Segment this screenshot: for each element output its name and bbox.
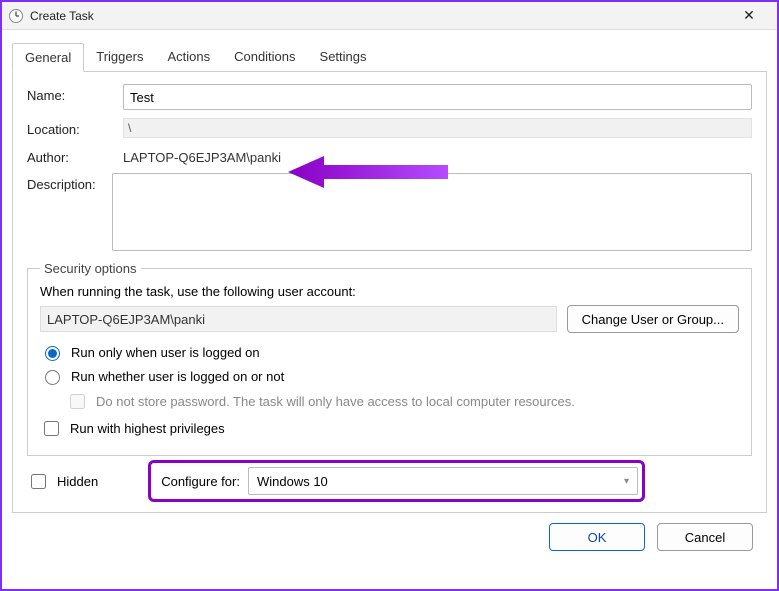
security-legend: Security options	[40, 261, 141, 276]
location-label: Location:	[27, 118, 123, 137]
security-options-group: Security options When running the task, …	[27, 261, 752, 456]
no-store-password-label: Do not store password. The task will onl…	[96, 394, 575, 409]
hidden-label: Hidden	[57, 474, 98, 489]
name-input[interactable]	[123, 84, 752, 110]
highest-privileges-label: Run with highest privileges	[70, 421, 225, 436]
hidden-checkbox[interactable]	[31, 474, 46, 489]
configure-for-highlight: Configure for: Windows 10 ▾	[148, 460, 645, 502]
window-title: Create Task	[30, 9, 727, 23]
cancel-button[interactable]: Cancel	[657, 523, 753, 551]
run-logged-on-radio[interactable]	[45, 346, 60, 361]
name-label: Name:	[27, 84, 123, 103]
no-store-password-option: Do not store password. The task will onl…	[66, 391, 739, 412]
ok-button[interactable]: OK	[549, 523, 645, 551]
configure-for-label: Configure for:	[161, 474, 240, 489]
security-prompt: When running the task, use the following…	[40, 284, 739, 299]
title-bar: Create Task ✕	[2, 2, 777, 30]
user-account-display: LAPTOP-Q6EJP3AM\panki	[40, 306, 557, 332]
run-either-label: Run whether user is logged on or not	[71, 369, 284, 384]
tab-conditions[interactable]: Conditions	[222, 43, 307, 72]
run-either-radio[interactable]	[45, 370, 60, 385]
author-label: Author:	[27, 146, 123, 165]
dialog-footer: OK Cancel	[12, 513, 767, 561]
no-store-password-checkbox	[70, 394, 85, 409]
close-icon[interactable]: ✕	[727, 7, 771, 24]
highest-privileges-option[interactable]: Run with highest privileges	[40, 418, 739, 439]
hidden-option[interactable]: Hidden	[27, 471, 98, 492]
tab-triggers[interactable]: Triggers	[84, 43, 155, 72]
tab-actions[interactable]: Actions	[155, 43, 222, 72]
tab-general[interactable]: General	[12, 43, 84, 72]
tab-settings[interactable]: Settings	[308, 43, 379, 72]
configure-for-select[interactable]: Windows 10 ▾	[248, 467, 638, 495]
task-scheduler-icon	[8, 8, 24, 24]
run-logged-on-label: Run only when user is logged on	[71, 345, 260, 360]
highest-privileges-checkbox[interactable]	[44, 421, 59, 436]
change-user-button[interactable]: Change User or Group...	[567, 305, 739, 333]
description-label: Description:	[27, 173, 112, 192]
tab-strip: General Triggers Actions Conditions Sett…	[12, 42, 767, 72]
general-panel: Name: Location: \ Author: LAPTOP-Q6EJP3A…	[12, 72, 767, 513]
chevron-down-icon: ▾	[624, 476, 629, 487]
description-input[interactable]	[112, 173, 752, 251]
author-value: LAPTOP-Q6EJP3AM\panki	[123, 146, 752, 165]
run-either-option[interactable]: Run whether user is logged on or not	[40, 367, 739, 385]
run-logged-on-option[interactable]: Run only when user is logged on	[40, 343, 739, 361]
configure-for-value: Windows 10	[257, 474, 328, 489]
location-value: \	[123, 118, 752, 138]
